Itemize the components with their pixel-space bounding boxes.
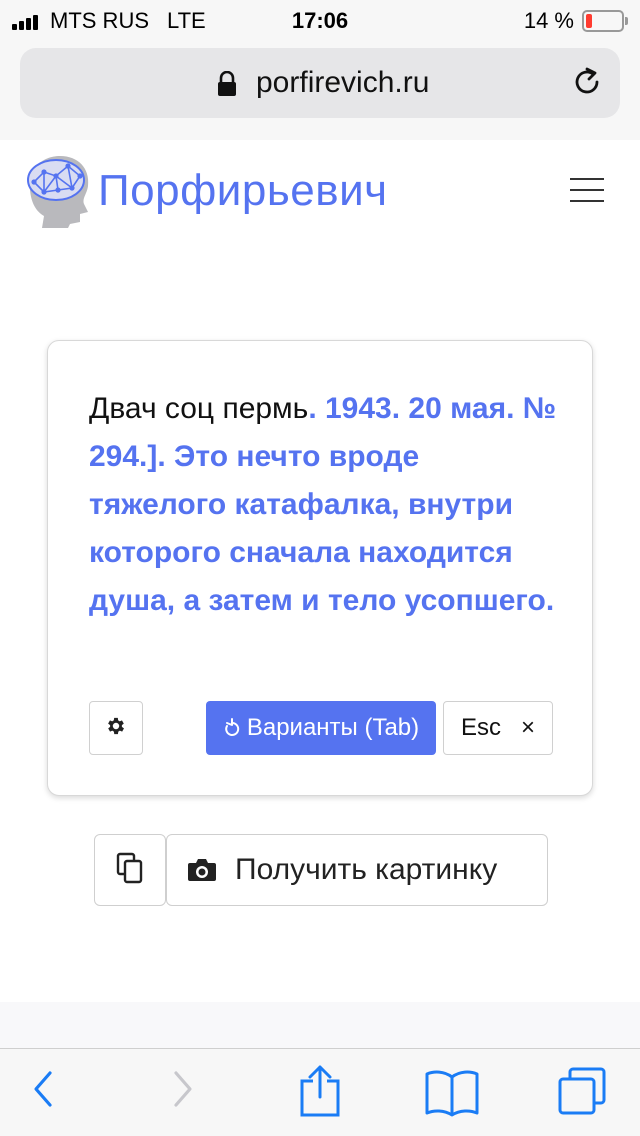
editor-text[interactable]: Двач соц пермь. 1943. 20 мая. № 294.]. Э… <box>89 385 559 625</box>
back-chevron-icon[interactable] <box>28 1067 58 1116</box>
bookmarks-icon[interactable] <box>424 1069 480 1122</box>
site-header: Порфирьевич <box>0 140 640 240</box>
tabs-icon[interactable] <box>556 1065 608 1122</box>
forward-chevron-icon[interactable] <box>168 1067 198 1116</box>
copy-icon <box>116 852 144 889</box>
get-picture-button[interactable]: Получить картинку <box>166 834 548 906</box>
page: MTS RUS LTE 17:06 14 % porfirevich.ru По… <box>0 0 640 1136</box>
copy-button[interactable] <box>94 834 166 906</box>
variants-label: Варианты (Tab) <box>246 714 420 741</box>
editor-card: Двач соц пермь. 1943. 20 мая. № 294.]. Э… <box>47 340 593 796</box>
camera-icon <box>187 857 217 883</box>
page-footer <box>0 1002 640 1048</box>
settings-button[interactable] <box>89 701 143 755</box>
status-bar: MTS RUS LTE 17:06 14 % <box>0 0 640 40</box>
lock-icon <box>216 70 238 102</box>
get-picture-label: Получить картинку <box>235 853 498 886</box>
close-icon: × <box>521 714 536 741</box>
address-bar[interactable]: porfirevich.ru <box>20 48 620 118</box>
refresh-icon <box>223 718 241 738</box>
status-right: 14 % <box>523 8 628 34</box>
variants-button[interactable]: Варианты (Tab) <box>206 701 436 755</box>
battery-icon <box>582 10 628 32</box>
generated-text: . 1943. 20 мая. № 294.]. Это нечто вроде… <box>89 392 557 617</box>
share-icon[interactable] <box>298 1063 342 1124</box>
prompt-text: Двач соц пермь <box>89 392 309 425</box>
url-text: porfirevich.ru <box>256 66 430 99</box>
reload-icon[interactable] <box>570 65 604 104</box>
esc-label: Esc <box>460 714 501 741</box>
battery-percent: 14 % <box>523 8 574 33</box>
gear-icon <box>105 715 127 742</box>
browser-address-area: porfirevich.ru <box>0 40 640 141</box>
esc-button[interactable]: Esc × <box>443 701 553 755</box>
menu-icon[interactable] <box>570 178 604 204</box>
brain-head-logo-icon[interactable] <box>22 152 94 233</box>
site-brand-title[interactable]: Порфирьевич <box>98 166 388 216</box>
browser-toolbar <box>0 1048 640 1136</box>
